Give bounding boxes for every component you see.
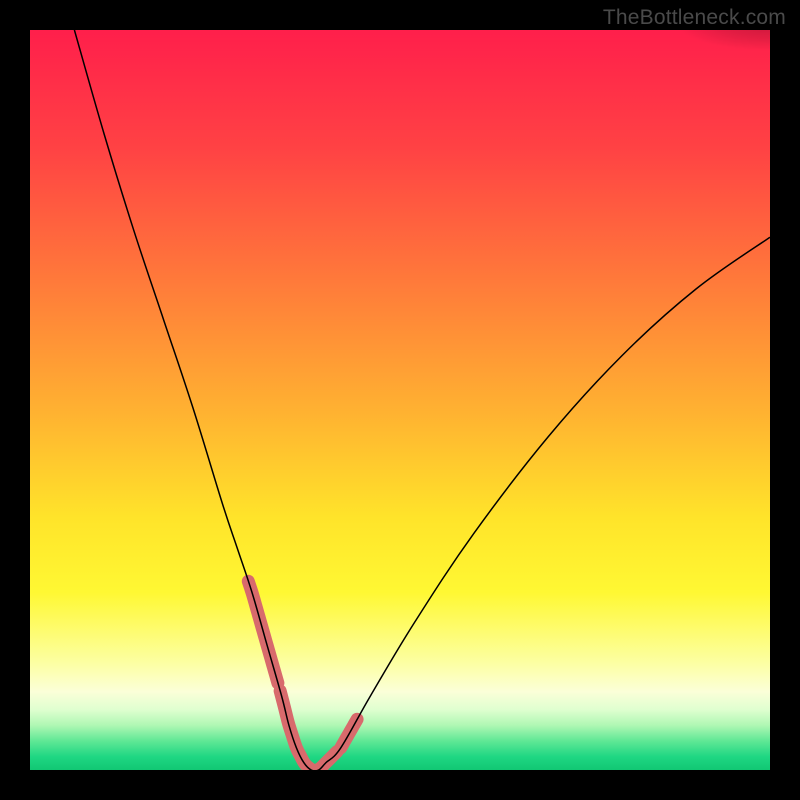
plot-area [30, 30, 770, 770]
chart-curves [30, 30, 770, 770]
chart-frame: TheBottleneck.com [0, 0, 800, 800]
watermark-text: TheBottleneck.com [603, 6, 786, 30]
highlight-mid [280, 691, 337, 770]
bottleneck-curve-path [74, 30, 770, 770]
